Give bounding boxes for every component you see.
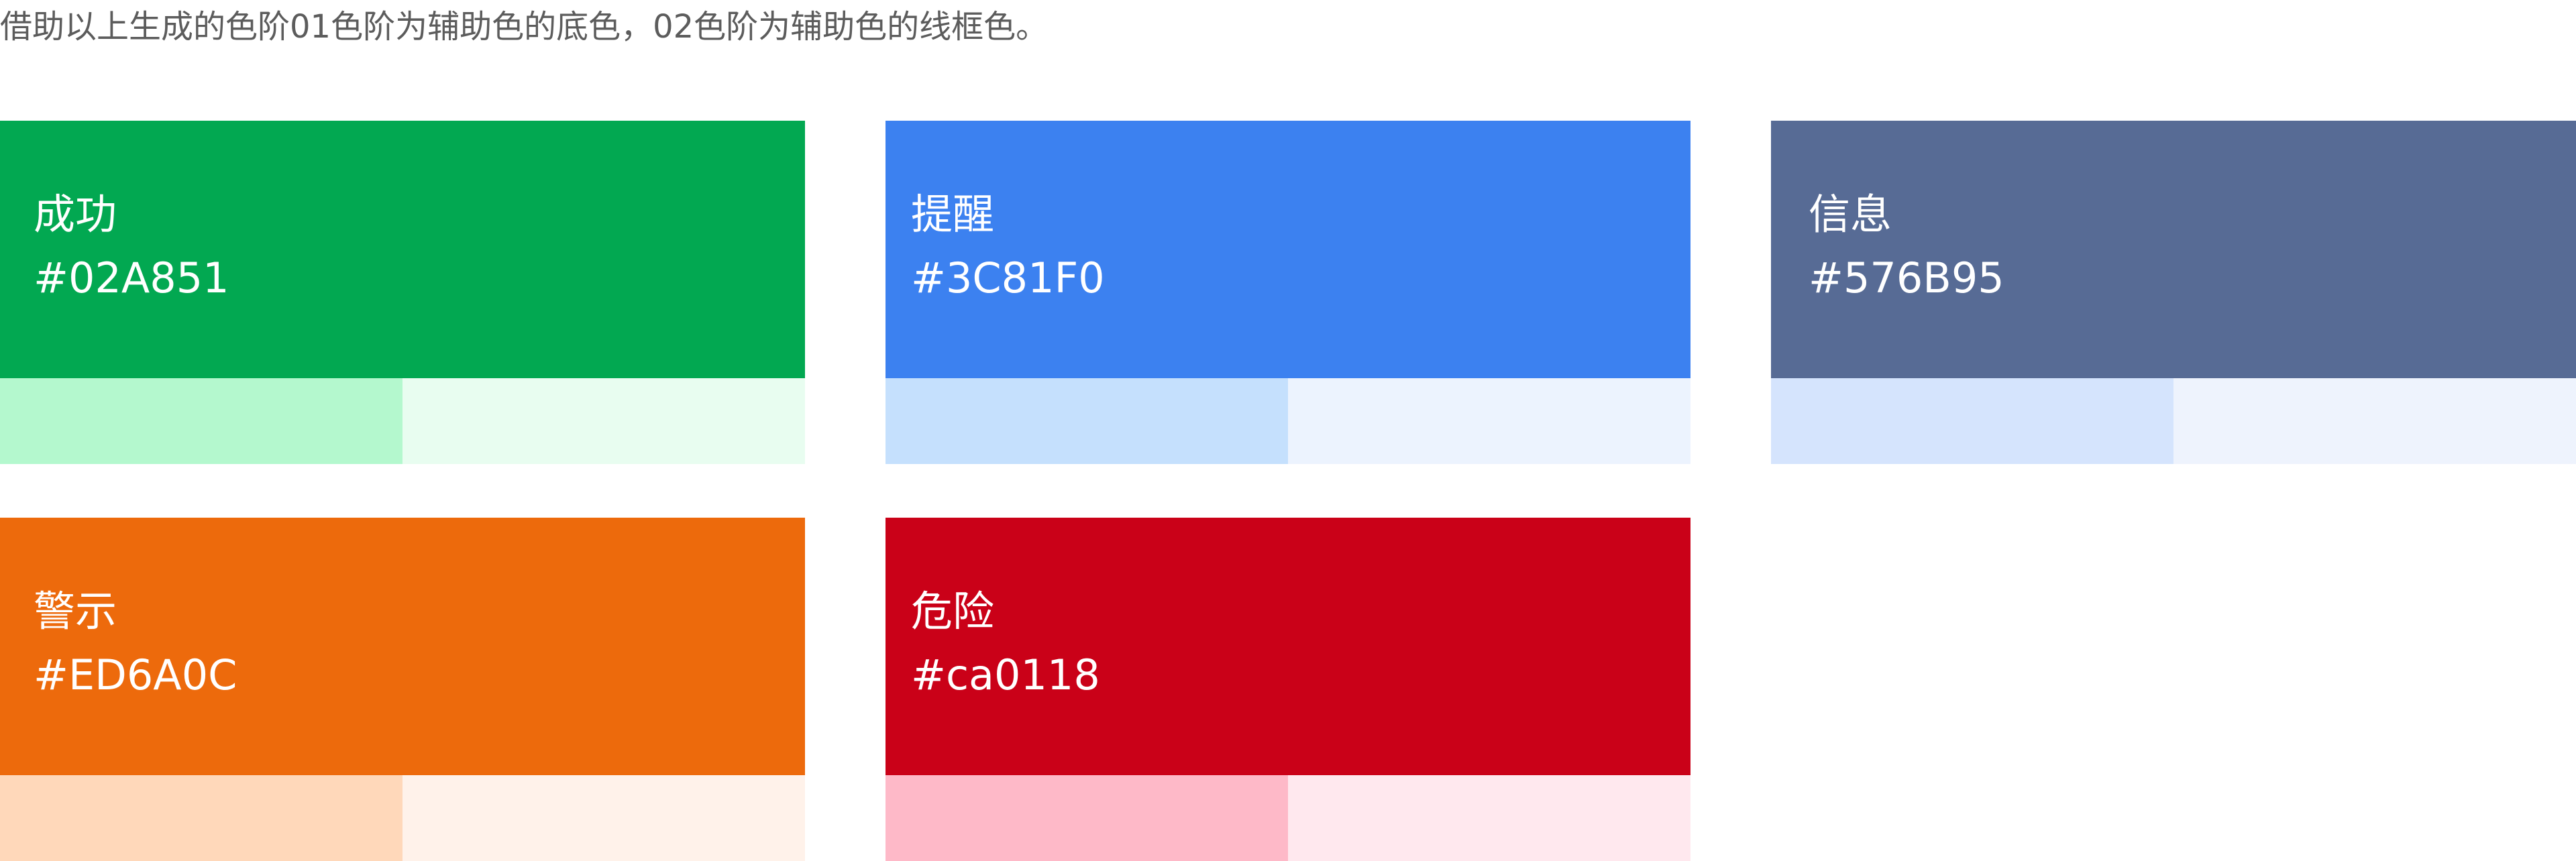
color-card-danger: 危险 #ca0118 [885, 518, 1690, 861]
color-name: 信息 [1809, 190, 1892, 239]
color-swatch-main: 成功 #02A851 [0, 121, 805, 378]
color-name: 成功 [34, 190, 117, 239]
color-swatch-main: 信息 #576B95 [1771, 121, 2576, 378]
color-step-02-swatch [1288, 378, 1690, 464]
color-step-02-swatch [2174, 378, 2576, 464]
color-name: 提醒 [911, 190, 995, 239]
color-step-02-swatch [1288, 775, 1690, 861]
color-step-02-swatch [402, 378, 805, 464]
color-swatch-main: 危险 #ca0118 [885, 518, 1690, 775]
color-hex: #02A851 [34, 253, 229, 302]
color-name: 警示 [34, 587, 117, 636]
color-step-01-swatch [1771, 378, 2174, 464]
color-hex: #3C81F0 [911, 253, 1105, 302]
color-hex: #ca0118 [911, 650, 1100, 699]
color-card-warning: 警示 #ED6A0C [0, 518, 805, 861]
color-step-02-swatch [402, 775, 805, 861]
color-hex: #576B95 [1809, 253, 2004, 302]
color-step-01-swatch [0, 775, 402, 861]
color-card-reminder: 提醒 #3C81F0 [885, 121, 1690, 464]
intro-text: 借助以上生成的色阶01色阶为辅助色的底色，02色阶为辅助色的线框色。 [0, 8, 1049, 46]
color-card-info: 信息 #576B95 [1771, 121, 2576, 464]
color-name: 危险 [911, 587, 995, 636]
color-step-01-swatch [0, 378, 402, 464]
color-step-01-swatch [885, 775, 1288, 861]
color-hex: #ED6A0C [34, 650, 237, 699]
color-swatch-main: 警示 #ED6A0C [0, 518, 805, 775]
color-card-success: 成功 #02A851 [0, 121, 805, 464]
color-step-01-swatch [885, 378, 1288, 464]
color-swatch-main: 提醒 #3C81F0 [885, 121, 1690, 378]
